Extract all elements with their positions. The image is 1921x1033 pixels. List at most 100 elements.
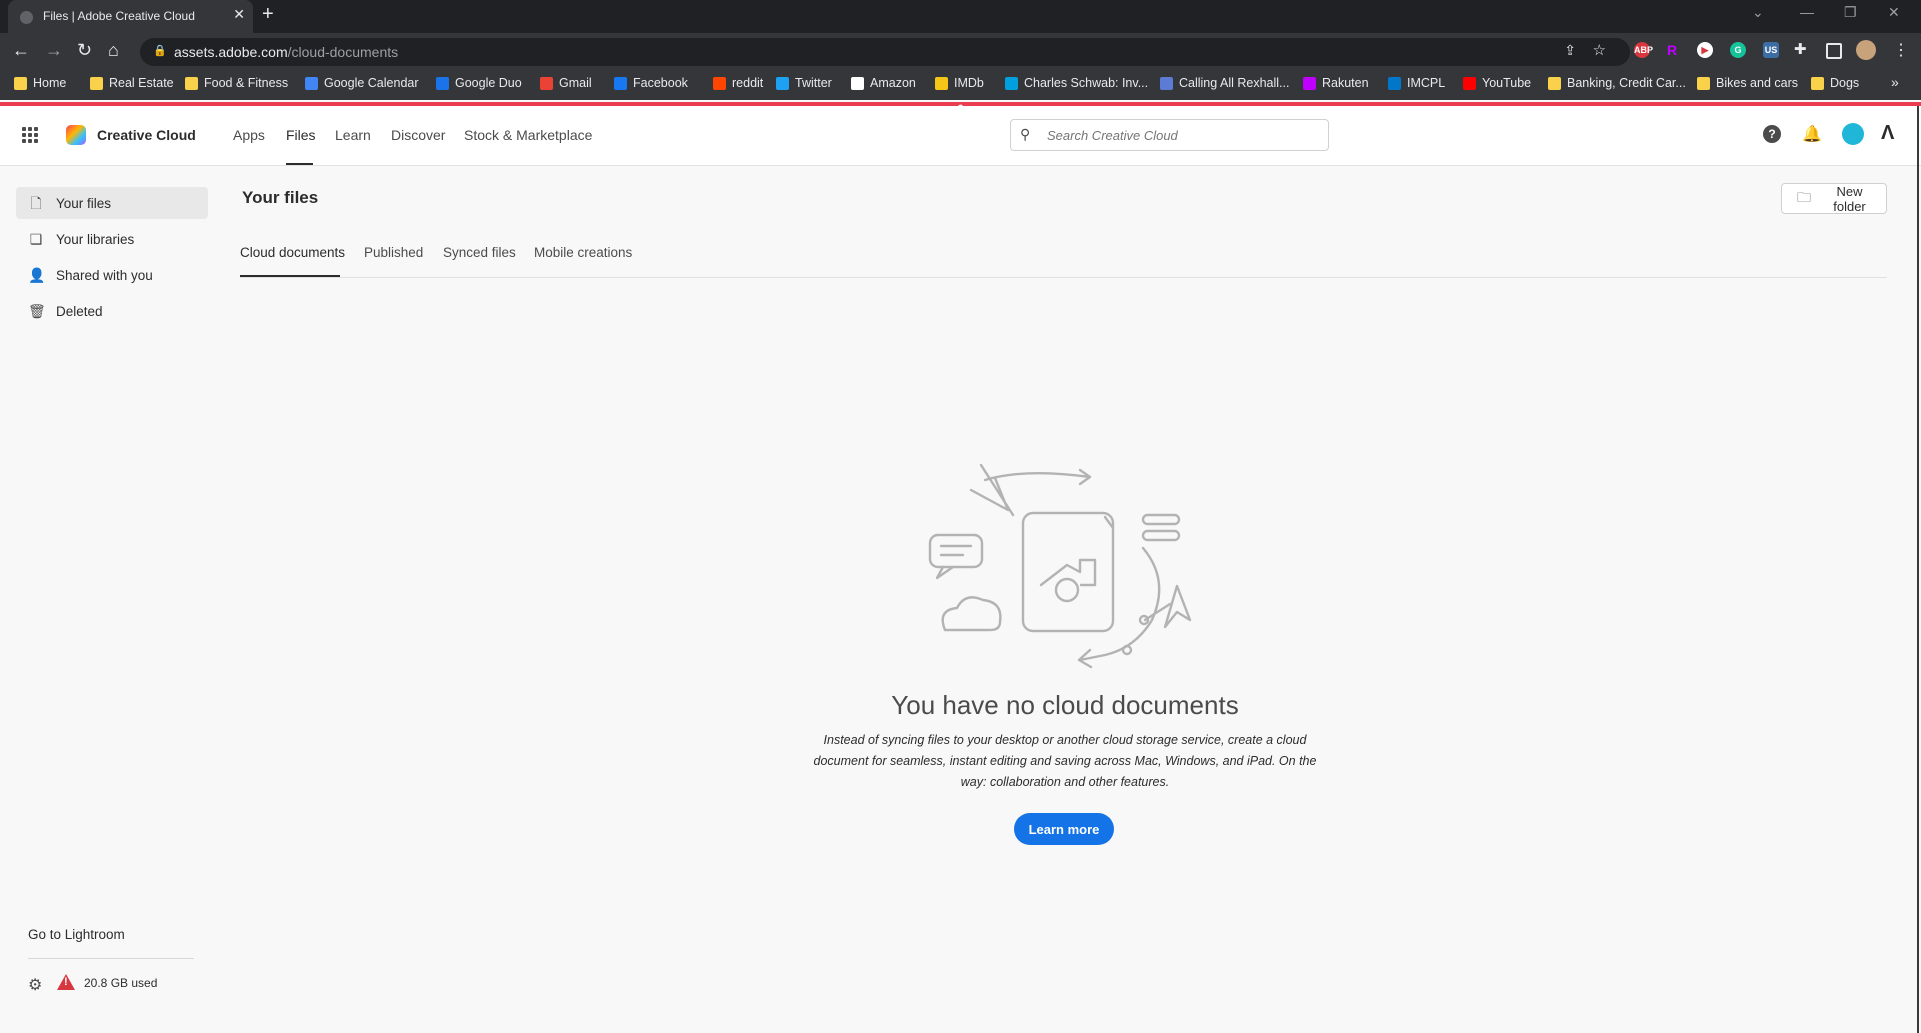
bookmark-google-duo[interactable]: Google Duo: [436, 76, 522, 90]
bookmark-star-icon[interactable]: ☆: [1593, 41, 1606, 59]
bookmark-home[interactable]: Home: [14, 76, 66, 90]
minimize-icon[interactable]: —: [1800, 4, 1814, 20]
browser-tab[interactable]: Files | Adobe Creative Cloud ✕: [8, 0, 253, 33]
bookmark-google-calendar[interactable]: Google Calendar: [305, 76, 419, 90]
tabs-divider: [240, 277, 1887, 278]
bookmark-facebook[interactable]: Facebook: [614, 76, 688, 90]
bookmark-google-duo-icon: [436, 76, 449, 90]
nav-apps[interactable]: Apps: [233, 127, 265, 143]
back-icon[interactable]: ←: [12, 40, 30, 61]
tab-cloud-documents[interactable]: Cloud documents: [240, 245, 345, 260]
home-icon[interactable]: ⌂: [108, 40, 119, 61]
adblock-extension-icon[interactable]: ABP: [1634, 42, 1653, 58]
sidebar-item-your-files[interactable]: 🗋 Your files: [16, 187, 208, 219]
bookmark-label: Facebook: [633, 76, 688, 90]
tab-mobile-creations[interactable]: Mobile creations: [534, 245, 632, 260]
user-avatar[interactable]: [1842, 123, 1864, 145]
bookmark-food-fitness[interactable]: Food & Fitness: [185, 76, 288, 90]
bookmark-twitter-icon: [776, 76, 789, 90]
bookmark-twitter[interactable]: Twitter: [776, 76, 832, 90]
sidebar-item-label: Shared with you: [56, 267, 153, 283]
sidebar-item-deleted[interactable]: 🗑 Deleted: [16, 295, 208, 327]
bookmark-label: Amazon: [870, 76, 916, 90]
sidebar-item-your-libraries[interactable]: ❏ Your libraries: [16, 223, 208, 255]
browser-menu-icon[interactable]: ⋮: [1893, 40, 1909, 60]
profile-avatar[interactable]: [1856, 40, 1876, 60]
browser-tab-strip: [0, 0, 1921, 33]
url-path: /cloud-documents: [287, 44, 399, 60]
search-input[interactable]: [1045, 125, 1319, 145]
nav-learn[interactable]: Learn: [335, 127, 371, 143]
bookmark-amazon-icon: [851, 76, 864, 90]
nav-stock-marketplace[interactable]: Stock & Marketplace: [464, 127, 592, 143]
tab-close-icon[interactable]: ✕: [233, 6, 245, 23]
trash-icon: 🗑: [28, 303, 46, 319]
bookmark-label: Dogs: [1830, 76, 1860, 90]
bookmark-gmail-icon: [540, 76, 553, 90]
nav-discover[interactable]: Discover: [391, 127, 445, 143]
library-icon: ❏: [29, 231, 43, 247]
bookmark-imcpl[interactable]: IMCPL: [1388, 76, 1445, 90]
restore-icon[interactable]: ❐: [1844, 4, 1857, 21]
help-icon[interactable]: ?: [1763, 125, 1781, 143]
bookmark-charles-schwab[interactable]: Charles Schwab: Inv...: [1005, 76, 1148, 90]
folder-add-icon: 🗀: [1797, 188, 1811, 205]
bookmark-label: Calling All Rexhall...: [1179, 76, 1290, 90]
bookmark-imcpl-icon: [1388, 76, 1401, 90]
rakuten-extension-icon[interactable]: R: [1664, 42, 1680, 58]
window-close-icon[interactable]: ✕: [1888, 4, 1900, 21]
vpn-extension-icon[interactable]: US: [1763, 42, 1779, 58]
extensions-puzzle-icon[interactable]: ✚: [1794, 40, 1807, 58]
bookmark-youtube-icon: [1463, 76, 1476, 90]
bookmark-reddit[interactable]: reddit: [713, 76, 763, 90]
tab-synced-files[interactable]: Synced files: [443, 245, 516, 260]
reload-icon[interactable]: ↻: [77, 40, 92, 61]
warning-exclamation-icon: !: [64, 976, 68, 988]
bookmark-dogs[interactable]: Dogs: [1811, 76, 1859, 90]
lock-icon: 🔒: [153, 45, 167, 57]
side-panel-icon[interactable]: [1826, 43, 1842, 59]
page-title: Your files: [242, 188, 319, 207]
forward-icon[interactable]: →: [45, 40, 63, 61]
more-bookmarks-icon[interactable]: »: [1891, 74, 1899, 90]
creative-cloud-logo-icon[interactable]: [66, 125, 86, 145]
bookmark-label: Google Calendar: [324, 76, 419, 90]
address-bar[interactable]: 🔒 assets.adobe.com/cloud-documents ⇪ ☆: [140, 38, 1630, 66]
tab-search-icon[interactable]: ⌄: [1752, 4, 1764, 21]
bookmark-bikes-and-cars[interactable]: Bikes and cars: [1697, 76, 1798, 90]
bookmark-amazon[interactable]: Amazon: [851, 76, 916, 90]
sidebar-item-shared-with-you[interactable]: 👤 Shared with you: [16, 259, 208, 291]
bookmark-banking-icon: [1548, 76, 1561, 90]
bookmark-label: Charles Schwab: Inv...: [1024, 76, 1149, 90]
tab-published[interactable]: Published: [364, 245, 423, 260]
bookmark-imdb[interactable]: IMDb: [935, 76, 984, 90]
bookmark-youtube[interactable]: YouTube: [1463, 76, 1531, 90]
grammarly-extension-icon[interactable]: G: [1730, 42, 1746, 58]
empty-state-illustration: [928, 463, 1192, 669]
bookmark-bikes-and-cars-icon: [1697, 76, 1710, 90]
search-box[interactable]: ⚲: [1010, 119, 1329, 151]
sidebar-item-label: Deleted: [56, 303, 103, 319]
bookmark-label: Home: [33, 76, 67, 90]
share-icon[interactable]: ⇪: [1564, 42, 1576, 59]
bookmark-label: YouTube: [1482, 76, 1532, 90]
notifications-bell-icon[interactable]: 🔔: [1802, 124, 1822, 143]
product-name[interactable]: Creative Cloud: [97, 127, 196, 143]
bookmark-rakuten[interactable]: Rakuten: [1303, 76, 1369, 90]
new-tab-icon[interactable]: +: [262, 3, 274, 26]
go-to-lightroom-link[interactable]: Go to Lightroom: [28, 927, 125, 942]
video-extension-icon[interactable]: ▶: [1697, 42, 1713, 58]
gear-icon[interactable]: ⚙: [28, 975, 42, 995]
bookmark-gmail[interactable]: Gmail: [540, 76, 592, 90]
bookmark-calling-all-rexhall[interactable]: Calling All Rexhall...: [1160, 76, 1289, 90]
app-switcher-grid-icon[interactable]: [22, 127, 38, 143]
new-folder-button[interactable]: 🗀 New folder: [1781, 183, 1887, 214]
bookmark-banking[interactable]: Banking, Credit Car...: [1548, 76, 1686, 90]
bookmark-label: Bikes and cars: [1716, 76, 1798, 90]
bookmark-label: reddit: [732, 76, 764, 90]
empty-state-title: You have no cloud documents: [891, 690, 1239, 720]
nav-files[interactable]: Files: [286, 127, 316, 143]
bookmark-real-estate[interactable]: Real Estate: [90, 76, 174, 90]
adobe-logo-icon[interactable]: Λ: [1881, 122, 1894, 145]
learn-more-button[interactable]: Learn more: [1014, 813, 1114, 845]
